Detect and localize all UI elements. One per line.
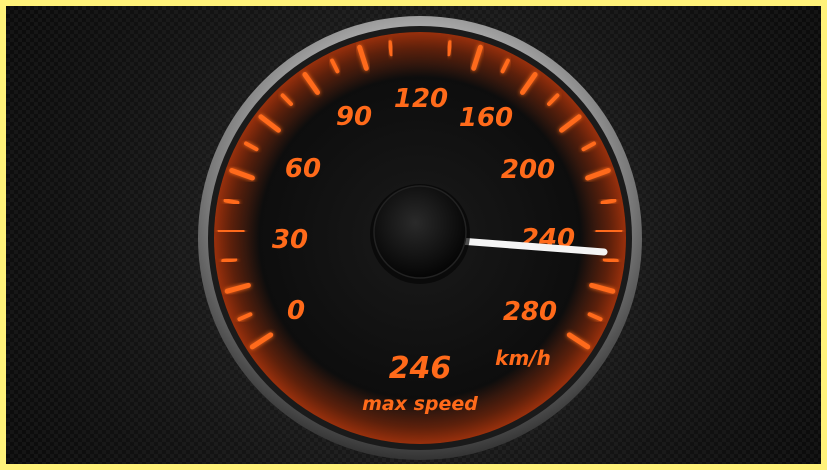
speedometer-gauge: 0 30 60 90 120 160 200 240 280 km/h 246 … (198, 16, 642, 460)
minor-tick (602, 257, 619, 263)
needle-hub (373, 185, 467, 279)
minor-tick (223, 198, 240, 205)
minor-tick (446, 40, 453, 57)
scale-label-30: 30 (272, 225, 308, 255)
max-speed-value: 246 (389, 351, 452, 386)
major-tick (217, 228, 245, 234)
scale-label-60: 60 (285, 154, 321, 184)
scale-label-200: 200 (501, 155, 555, 185)
scale-label-90: 90 (336, 102, 372, 132)
scale-label-160: 160 (459, 103, 513, 133)
major-tick (595, 228, 623, 234)
scale-label-0: 0 (287, 296, 305, 326)
scale-label-120: 120 (394, 84, 448, 114)
max-speed-caption: max speed (362, 393, 478, 415)
unit-label: km/h (495, 346, 551, 370)
minor-tick (221, 257, 238, 263)
minor-tick (387, 40, 394, 57)
scale-label-280: 280 (503, 297, 557, 327)
minor-tick (600, 198, 617, 205)
